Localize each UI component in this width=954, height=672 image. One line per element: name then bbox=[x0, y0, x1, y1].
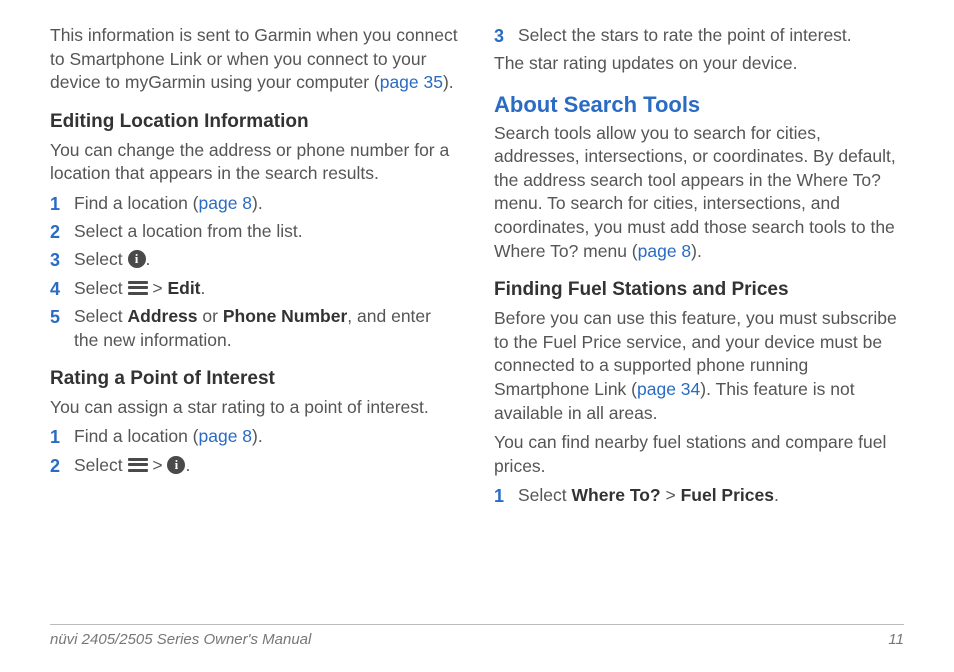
step-text: Find a location ( bbox=[74, 426, 199, 446]
fuel-intro-2: You can find nearby fuel stations and co… bbox=[494, 431, 904, 478]
info-icon bbox=[128, 250, 146, 268]
page-footer: nüvi 2405/2505 Series Owner's Manual 11 bbox=[50, 624, 904, 648]
rating-intro: You can assign a star rating to a point … bbox=[50, 396, 460, 420]
two-column-layout: This information is sent to Garmin when … bbox=[50, 24, 904, 513]
step-number: 1 bbox=[50, 192, 74, 216]
edit-step-3: 3 Select . bbox=[50, 248, 460, 272]
step-text: or bbox=[198, 306, 223, 326]
rating-steps-continued: 3 Select the stars to rate the point of … bbox=[494, 24, 904, 48]
step-number: 3 bbox=[50, 248, 74, 272]
rate-step-2: 2 Select > . bbox=[50, 454, 460, 478]
step-number: 2 bbox=[50, 454, 74, 478]
step-number: 2 bbox=[50, 220, 74, 244]
link-page-34[interactable]: page 34 bbox=[637, 379, 700, 399]
step-body: Select Address or Phone Number, and ente… bbox=[74, 305, 460, 352]
step-number: 5 bbox=[50, 305, 74, 329]
edit-step-1: 1 Find a location (page 8). bbox=[50, 192, 460, 216]
link-page-8[interactable]: page 8 bbox=[199, 193, 253, 213]
step-text: . bbox=[185, 455, 190, 475]
menu-icon bbox=[128, 281, 148, 295]
step-text: ). bbox=[252, 193, 263, 213]
step-bold: Address bbox=[128, 306, 198, 326]
step-text: Select bbox=[74, 278, 128, 298]
footer-page-number: 11 bbox=[888, 631, 904, 648]
editing-intro: You can change the address or phone numb… bbox=[50, 139, 460, 186]
edit-step-2: 2 Select a location from the list. bbox=[50, 220, 460, 244]
heading-rating-poi: Rating a Point of Interest bbox=[50, 366, 460, 392]
step-text: . bbox=[201, 278, 206, 298]
step-text: Select bbox=[74, 455, 128, 475]
info-icon bbox=[167, 456, 185, 474]
step-body: Select Where To? > Fuel Prices. bbox=[518, 484, 904, 508]
heading-editing-location: Editing Location Information bbox=[50, 109, 460, 135]
heading-about-search-tools: About Search Tools bbox=[494, 90, 904, 120]
step-bold: Edit bbox=[167, 278, 200, 298]
heading-fuel: Finding Fuel Stations and Prices bbox=[494, 277, 904, 303]
step-body: Find a location (page 8). bbox=[74, 425, 460, 449]
step-body: Find a location (page 8). bbox=[74, 192, 460, 216]
about-text: ). bbox=[691, 241, 702, 261]
step-text: Select bbox=[518, 485, 572, 505]
step-body: Select the stars to rate the point of in… bbox=[518, 24, 904, 48]
fuel-steps: 1 Select Where To? > Fuel Prices. bbox=[494, 484, 904, 508]
step-text: > bbox=[148, 278, 168, 298]
intro-text-b: ). bbox=[443, 72, 454, 92]
step-text: ). bbox=[252, 426, 263, 446]
rate-step-3: 3 Select the stars to rate the point of … bbox=[494, 24, 904, 48]
edit-step-4: 4 Select > Edit. bbox=[50, 277, 460, 301]
step-text: Select bbox=[74, 249, 128, 269]
step-text: . bbox=[774, 485, 779, 505]
about-search-tools-text: Search tools allow you to search for cit… bbox=[494, 122, 904, 264]
step-body: Select a location from the list. bbox=[74, 220, 460, 244]
step-bold: Phone Number bbox=[223, 306, 347, 326]
link-page-8[interactable]: page 8 bbox=[199, 426, 253, 446]
rate-step-1: 1 Find a location (page 8). bbox=[50, 425, 460, 449]
editing-steps: 1 Find a location (page 8). 2 Select a l… bbox=[50, 192, 460, 352]
step-text: > bbox=[148, 455, 168, 475]
step-text: Find a location ( bbox=[74, 193, 199, 213]
step-body: Select . bbox=[74, 248, 460, 272]
fuel-intro: Before you can use this feature, you mus… bbox=[494, 307, 904, 425]
fuel-step-1: 1 Select Where To? > Fuel Prices. bbox=[494, 484, 904, 508]
link-page-8[interactable]: page 8 bbox=[638, 241, 692, 261]
step-bold: Fuel Prices bbox=[681, 485, 774, 505]
rating-result: The star rating updates on your device. bbox=[494, 52, 904, 76]
edit-step-5: 5 Select Address or Phone Number, and en… bbox=[50, 305, 460, 352]
intro-paragraph: This information is sent to Garmin when … bbox=[50, 24, 460, 95]
link-page-35[interactable]: page 35 bbox=[380, 72, 443, 92]
menu-icon bbox=[128, 458, 148, 472]
step-number: 3 bbox=[494, 24, 518, 48]
step-text: Select bbox=[74, 306, 128, 326]
step-text: . bbox=[146, 249, 151, 269]
step-bold: Where To? bbox=[572, 485, 661, 505]
step-body: Select > Edit. bbox=[74, 277, 460, 301]
footer-manual-title: nüvi 2405/2505 Series Owner's Manual bbox=[50, 631, 311, 648]
left-column: This information is sent to Garmin when … bbox=[50, 24, 460, 513]
step-body: Select > . bbox=[74, 454, 460, 478]
rating-steps: 1 Find a location (page 8). 2 Select > . bbox=[50, 425, 460, 478]
manual-page: This information is sent to Garmin when … bbox=[0, 0, 954, 672]
step-number: 1 bbox=[494, 484, 518, 508]
right-column: 3 Select the stars to rate the point of … bbox=[494, 24, 904, 513]
step-number: 4 bbox=[50, 277, 74, 301]
step-text: > bbox=[661, 485, 681, 505]
step-number: 1 bbox=[50, 425, 74, 449]
